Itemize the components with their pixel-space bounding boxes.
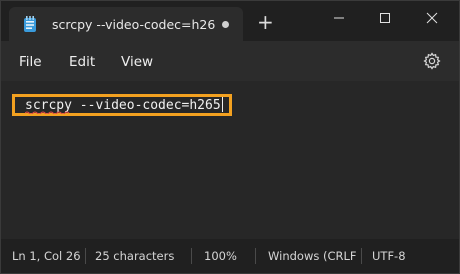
text-caret [221, 97, 223, 112]
status-divider [361, 248, 362, 264]
encoding[interactable]: UTF-8 [372, 249, 406, 263]
menu-edit[interactable]: Edit [69, 53, 95, 71]
line-ending[interactable]: Windows (CRLF [268, 249, 357, 263]
menu-view[interactable]: View [121, 53, 153, 71]
title-bar: scrcpy --video-codec=h26 + [1, 1, 459, 41]
notepad-icon [24, 16, 36, 32]
tab-title: scrcpy --video-codec=h26 [52, 17, 215, 32]
minimize-button[interactable] [326, 7, 352, 29]
zoom-level[interactable]: 100% [204, 249, 237, 263]
status-bar: Ln 1, Col 26 25 characters 100% Windows … [1, 239, 459, 273]
status-divider [255, 248, 256, 264]
document-tab[interactable]: scrcpy --video-codec=h26 [9, 7, 243, 41]
cursor-position[interactable]: Ln 1, Col 26 [12, 249, 81, 263]
character-count: 25 characters [95, 249, 175, 263]
text-editor[interactable]: scrcpy --video-codec=h265 [1, 81, 459, 239]
spellcheck-squiggle [25, 111, 70, 114]
unsaved-indicator[interactable] [222, 21, 229, 28]
minimize-icon [334, 17, 344, 19]
status-divider [191, 248, 192, 264]
status-divider [85, 248, 86, 264]
menu-file[interactable]: File [19, 53, 42, 71]
maximize-icon [380, 13, 390, 23]
gear-icon[interactable] [423, 52, 441, 70]
close-icon [426, 12, 438, 24]
notepad-window: scrcpy --video-codec=h26 + File Edit Vie… [0, 0, 460, 274]
menu-bar: File Edit View [1, 41, 459, 81]
close-button[interactable] [419, 7, 445, 29]
new-tab-button[interactable]: + [257, 12, 274, 32]
maximize-button[interactable] [372, 7, 398, 29]
